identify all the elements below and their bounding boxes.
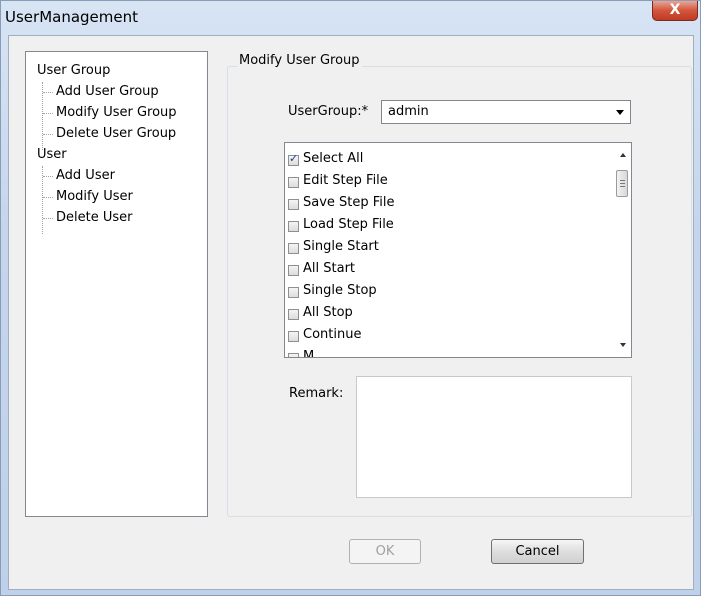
chevron-down-icon[interactable] — [616, 110, 624, 115]
checkbox-all-start[interactable] — [288, 265, 299, 276]
remark-label: Remark: — [289, 386, 344, 401]
close-button[interactable]: X — [652, 1, 698, 21]
checkbox-single-stop[interactable] — [288, 287, 299, 298]
tree-item-add-user-group[interactable]: Add User Group — [56, 84, 159, 99]
panel-title: Modify User Group — [237, 53, 362, 68]
usergroup-select-value: admin — [388, 104, 429, 119]
tree-item-add-user[interactable]: Add User — [56, 168, 115, 183]
permission-label: Continue — [303, 327, 362, 342]
permission-label: All Start — [303, 261, 356, 276]
checkbox-save-step-file[interactable] — [288, 199, 299, 210]
tree-item-user-group[interactable]: User Group — [37, 63, 110, 78]
permission-label: Select All — [303, 151, 364, 166]
ok-button[interactable]: OK — [349, 539, 421, 564]
tree-item-user[interactable]: User — [37, 147, 67, 162]
permission-label: Save Step File — [303, 195, 395, 210]
permission-label: Edit Step File — [303, 173, 388, 188]
cancel-button[interactable]: Cancel — [491, 539, 584, 564]
permission-label: M... — [303, 349, 327, 358]
usergroup-label: UserGroup:* — [288, 104, 369, 119]
checkbox-partial[interactable] — [288, 353, 299, 357]
grip-line — [620, 180, 625, 181]
tree-item-delete-user[interactable]: Delete User — [56, 210, 132, 225]
tree-item-modify-user-group[interactable]: Modify User Group — [56, 105, 177, 120]
checkbox-single-start[interactable] — [288, 243, 299, 254]
checkbox-load-step-file[interactable] — [288, 221, 299, 232]
permission-label: All Stop — [303, 305, 353, 320]
user-management-window: UserManagement X User Group Add User Gro… — [0, 0, 701, 596]
permission-label: Single Stop — [303, 283, 377, 298]
tree-connector — [43, 218, 53, 219]
window-title: UserManagement — [5, 8, 139, 26]
dialog-client-area: User Group Add User Group Modify User Gr… — [8, 35, 694, 590]
navigation-tree[interactable]: User Group Add User Group Modify User Gr… — [25, 51, 208, 517]
tree-connector — [43, 92, 53, 93]
permission-label: Single Start — [303, 239, 379, 254]
scroll-up-icon[interactable] — [620, 153, 626, 157]
checkbox-edit-step-file[interactable] — [288, 177, 299, 188]
checkbox-all-stop[interactable] — [288, 309, 299, 320]
permission-label: Load Step File — [303, 217, 394, 232]
remark-textarea[interactable] — [356, 376, 632, 498]
checkbox-continue[interactable] — [288, 331, 299, 342]
tree-item-modify-user[interactable]: Modify User — [56, 189, 133, 204]
tree-connector — [43, 113, 53, 114]
tree-connector — [43, 176, 53, 177]
scrollbar-thumb[interactable] — [616, 170, 628, 197]
tree-item-delete-user-group[interactable]: Delete User Group — [56, 126, 176, 141]
close-icon: X — [669, 2, 681, 18]
usergroup-select[interactable]: admin — [381, 100, 631, 124]
grip-line — [620, 186, 625, 187]
scroll-down-icon[interactable] — [620, 343, 626, 347]
permissions-scrollbar[interactable] — [614, 143, 631, 357]
tree-connector — [43, 197, 53, 198]
tree-connector — [43, 134, 53, 135]
checkbox-select-all[interactable] — [288, 152, 299, 166]
permissions-list[interactable]: Select All Edit Step File Save Step File… — [284, 142, 632, 358]
grip-line — [620, 183, 625, 184]
title-bar: UserManagement X — [1, 1, 700, 35]
